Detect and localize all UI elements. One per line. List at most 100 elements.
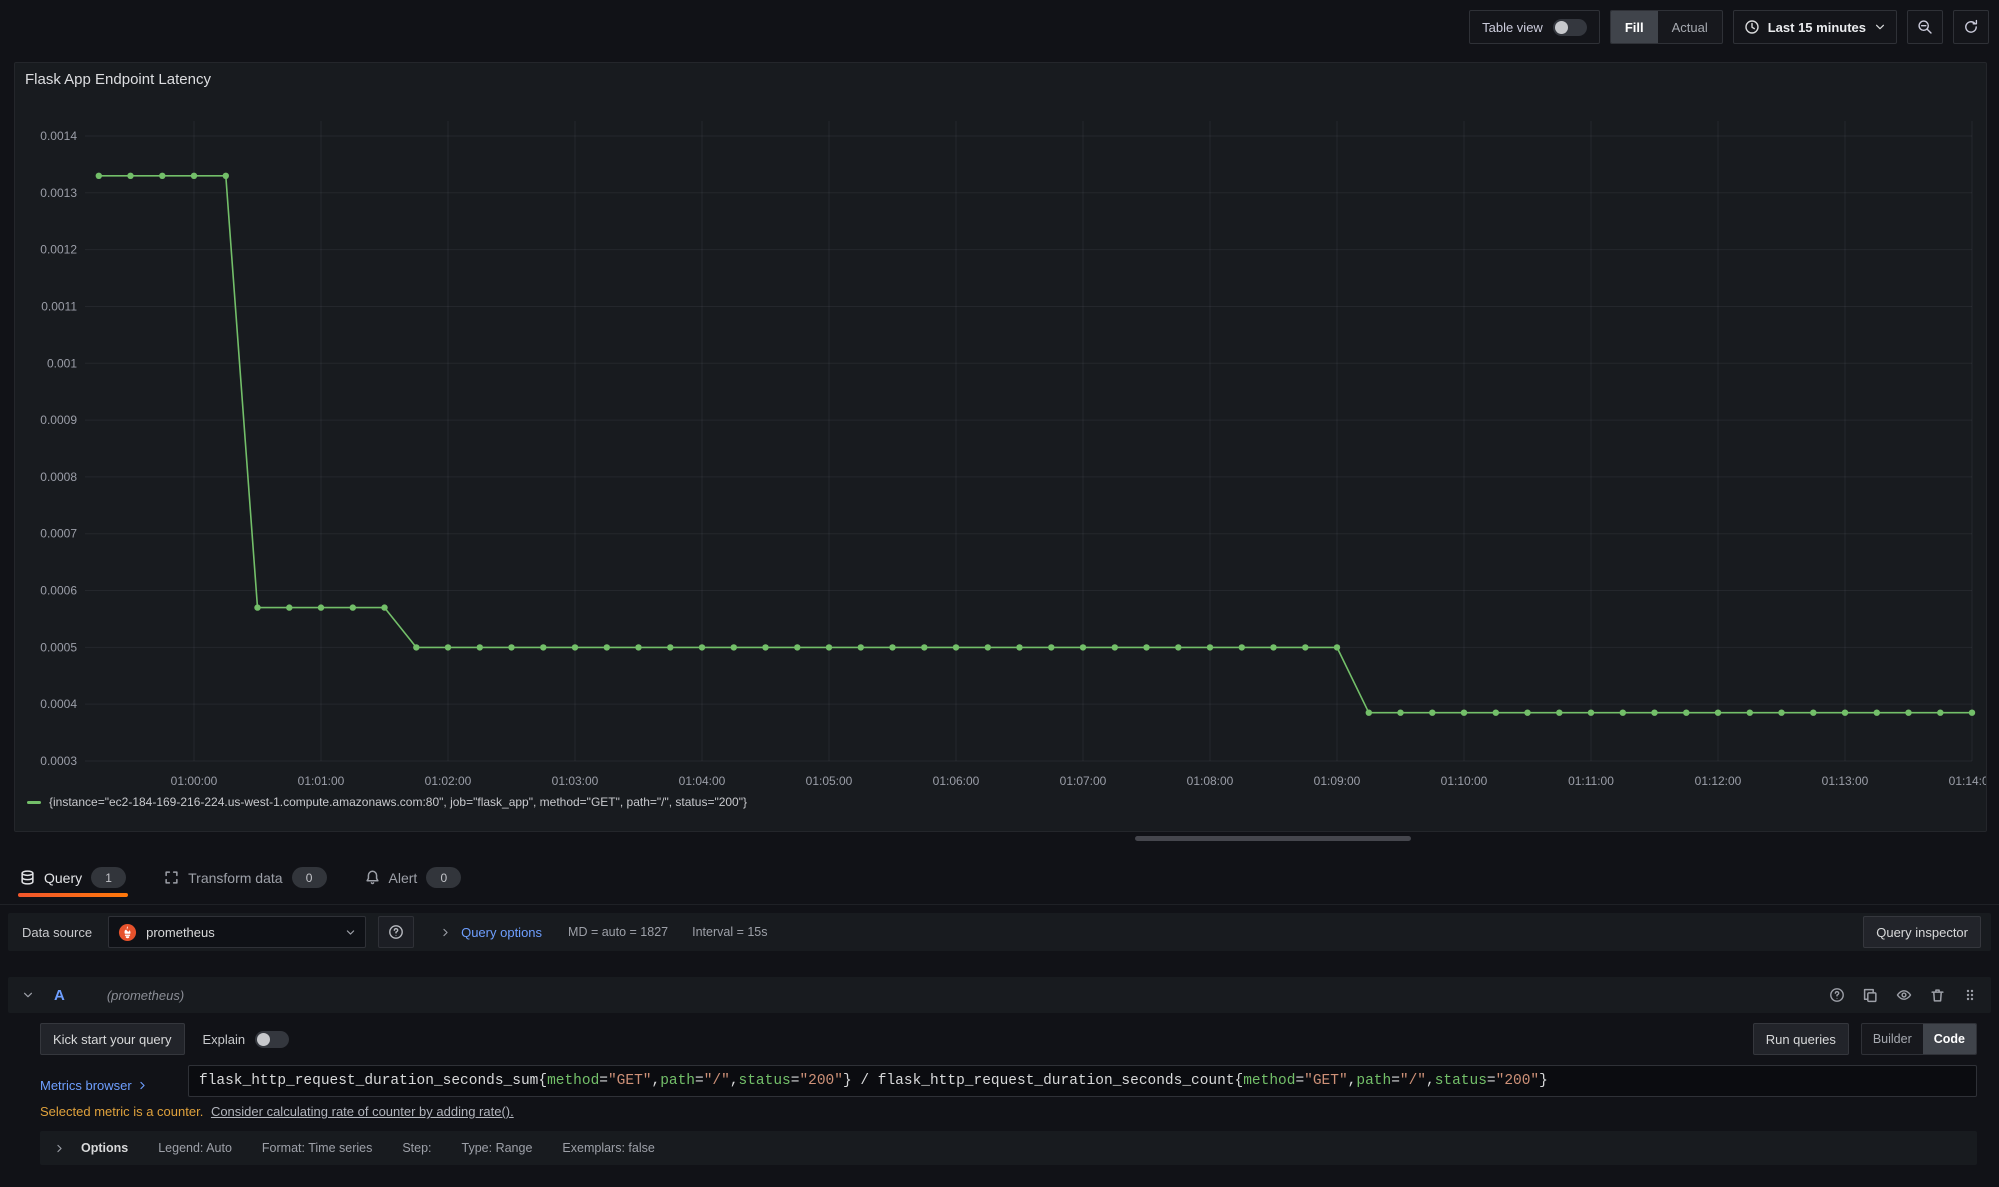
svg-text:01:03:00: 01:03:00 bbox=[552, 774, 599, 788]
code-button[interactable]: Code bbox=[1923, 1024, 1976, 1054]
collapse-chevron-icon[interactable] bbox=[22, 989, 34, 1001]
query-options-label: Query options bbox=[461, 925, 542, 940]
run-queries-button[interactable]: Run queries bbox=[1753, 1023, 1849, 1055]
max-datapoints-text: MD = auto = 1827 bbox=[568, 925, 668, 939]
duplicate-query-button[interactable] bbox=[1863, 988, 1878, 1003]
explain-label: Explain bbox=[203, 1032, 246, 1047]
query-row-actions bbox=[1829, 987, 1977, 1003]
tab-alert[interactable]: Alert 0 bbox=[363, 867, 464, 904]
datasource-help-button[interactable] bbox=[378, 916, 414, 948]
hide-query-button[interactable] bbox=[1896, 987, 1912, 1003]
editor-section: Query 1 Transform data 0 Alert 0 Data so… bbox=[0, 848, 1999, 1165]
query-datasource-hint: (prometheus) bbox=[107, 988, 184, 1003]
bell-icon bbox=[365, 870, 380, 885]
svg-text:0.0008: 0.0008 bbox=[40, 470, 77, 484]
svg-text:0.0013: 0.0013 bbox=[40, 186, 77, 200]
options-legend: Legend: Auto bbox=[158, 1141, 232, 1155]
legend-item[interactable]: {instance="ec2-184-169-216-224.us-west-1… bbox=[27, 795, 747, 809]
svg-text:01:10:00: 01:10:00 bbox=[1441, 774, 1488, 788]
clock-icon bbox=[1744, 19, 1760, 35]
svg-text:0.0011: 0.0011 bbox=[41, 299, 77, 313]
tab-query-label: Query bbox=[44, 870, 82, 886]
zoom-out-icon bbox=[1917, 19, 1933, 35]
datasource-row: Data source prometheus Query options MD … bbox=[8, 913, 1991, 951]
tab-transform-count: 0 bbox=[292, 867, 327, 888]
kick-start-query-button[interactable]: Kick start your query bbox=[40, 1023, 185, 1055]
warning-rate-link[interactable]: Consider calculating rate of counter by … bbox=[211, 1104, 514, 1119]
svg-text:01:13:00: 01:13:00 bbox=[1822, 774, 1869, 788]
options-type: Type: Range bbox=[462, 1141, 533, 1155]
datasource-select[interactable]: prometheus bbox=[108, 916, 366, 948]
explain-toggle[interactable] bbox=[255, 1031, 289, 1048]
builder-code-group: Builder Code bbox=[1861, 1023, 1977, 1055]
tab-alert-count: 0 bbox=[426, 867, 461, 888]
zoom-out-button[interactable] bbox=[1907, 10, 1943, 44]
tab-query-count: 1 bbox=[91, 867, 126, 888]
drag-handle[interactable] bbox=[1963, 988, 1977, 1002]
editor-tabs: Query 1 Transform data 0 Alert 0 bbox=[0, 848, 1999, 905]
help-circle-icon bbox=[388, 924, 404, 940]
svg-text:01:11:00: 01:11:00 bbox=[1568, 774, 1614, 788]
svg-text:0.0004: 0.0004 bbox=[40, 697, 77, 711]
chevron-right-icon bbox=[440, 927, 451, 938]
warning-text: Selected metric is a counter. bbox=[40, 1104, 203, 1119]
refresh-button[interactable] bbox=[1953, 10, 1989, 44]
chevron-down-icon bbox=[345, 927, 356, 938]
options-format: Format: Time series bbox=[262, 1141, 372, 1155]
time-range-picker[interactable]: Last 15 minutes bbox=[1733, 10, 1897, 44]
query-expression[interactable]: flask_http_request_duration_seconds_sum{… bbox=[188, 1065, 1977, 1097]
query-row-header: A (prometheus) bbox=[8, 977, 1991, 1013]
counter-warning-row: Selected metric is a counter. Consider c… bbox=[40, 1104, 1977, 1119]
svg-text:0.0009: 0.0009 bbox=[40, 413, 77, 427]
svg-text:01:01:00: 01:01:00 bbox=[298, 774, 345, 788]
query-options-toggle[interactable]: Query options bbox=[440, 925, 542, 940]
grafana-panel-editor: Table view Fill Actual Last 15 minutes F… bbox=[0, 0, 1999, 1187]
query-inspector-button[interactable]: Query inspector bbox=[1863, 916, 1981, 948]
table-view-toggle[interactable] bbox=[1553, 19, 1587, 36]
tab-transform-label: Transform data bbox=[188, 870, 282, 886]
remove-query-button[interactable] bbox=[1930, 988, 1945, 1003]
svg-text:01:08:00: 01:08:00 bbox=[1187, 774, 1234, 788]
prometheus-icon bbox=[118, 923, 137, 942]
metrics-browser-label: Metrics browser bbox=[40, 1078, 132, 1093]
svg-text:0.001: 0.001 bbox=[47, 356, 77, 370]
tab-query[interactable]: Query 1 bbox=[18, 867, 128, 904]
options-row[interactable]: Options Legend: Auto Format: Time series… bbox=[40, 1131, 1977, 1165]
query-row-body: Kick start your query Explain Run querie… bbox=[8, 1013, 1991, 1165]
svg-text:01:06:00: 01:06:00 bbox=[933, 774, 980, 788]
svg-text:0.0005: 0.0005 bbox=[40, 640, 77, 654]
horizontal-scrollbar[interactable] bbox=[1135, 836, 1411, 841]
svg-text:01:05:00: 01:05:00 bbox=[806, 774, 853, 788]
svg-text:01:07:00: 01:07:00 bbox=[1060, 774, 1107, 788]
table-view-group: Table view bbox=[1469, 10, 1600, 44]
tab-transform-data[interactable]: Transform data 0 bbox=[162, 867, 328, 904]
svg-text:01:04:00: 01:04:00 bbox=[679, 774, 726, 788]
options-exemplars: Exemplars: false bbox=[562, 1141, 654, 1155]
metrics-browser-toggle[interactable]: Metrics browser bbox=[40, 1065, 188, 1097]
svg-text:01:00:00: 01:00:00 bbox=[171, 774, 218, 788]
timeseries-panel: Flask App Endpoint Latency 0.00140.00130… bbox=[14, 62, 1987, 832]
options-step: Step: bbox=[402, 1141, 431, 1155]
chevron-right-icon bbox=[54, 1143, 65, 1154]
transform-icon bbox=[164, 870, 179, 885]
query-editor-card: A (prometheus) Kick start your query bbox=[8, 977, 1991, 1165]
time-range-label: Last 15 minutes bbox=[1768, 20, 1866, 35]
expression-editor-row: Metrics browser flask_http_request_durat… bbox=[40, 1065, 1977, 1097]
fill-actual-group: Fill Actual bbox=[1610, 10, 1723, 44]
legend-series-label: {instance="ec2-184-169-216-224.us-west-1… bbox=[49, 795, 747, 809]
legend-series-marker bbox=[27, 801, 41, 804]
fill-button[interactable]: Fill bbox=[1611, 11, 1658, 43]
svg-text:01:09:00: 01:09:00 bbox=[1314, 774, 1361, 788]
table-view-label: Table view bbox=[1482, 20, 1543, 35]
latency-chart: 0.00140.00130.00120.00110.0010.00090.000… bbox=[15, 63, 1986, 831]
builder-button[interactable]: Builder bbox=[1862, 1024, 1923, 1054]
options-label: Options bbox=[81, 1141, 128, 1155]
query-help-button[interactable] bbox=[1829, 987, 1845, 1003]
svg-text:01:02:00: 01:02:00 bbox=[425, 774, 472, 788]
chevron-right-icon bbox=[137, 1080, 148, 1091]
svg-text:0.0003: 0.0003 bbox=[40, 754, 77, 768]
svg-text:01:14:00: 01:14:00 bbox=[1949, 774, 1986, 788]
actual-button[interactable]: Actual bbox=[1658, 11, 1722, 43]
datasource-label: Data source bbox=[22, 925, 92, 940]
explain-group: Explain bbox=[203, 1031, 290, 1048]
